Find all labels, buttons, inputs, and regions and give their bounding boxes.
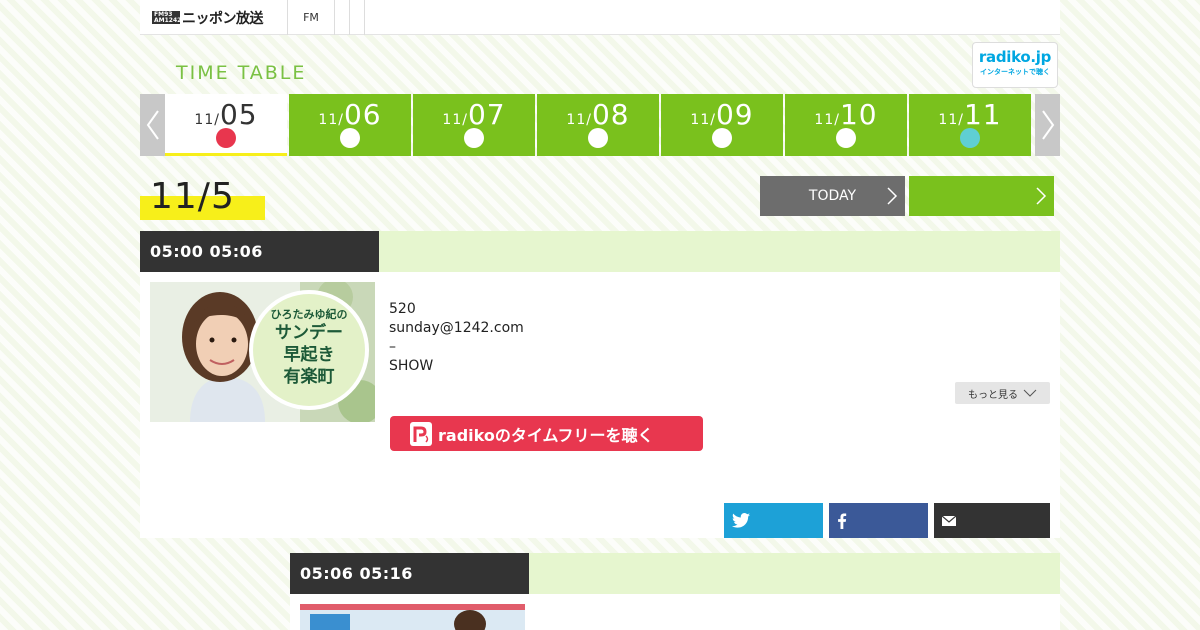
program-description: 520 sunday@1242.com – SHOW [389, 301, 524, 374]
chevron-right-icon [887, 187, 898, 205]
day-status-dot [960, 128, 980, 148]
twitter-icon [732, 513, 750, 528]
day-status-dot [836, 128, 856, 148]
day-tab-day: 09 [715, 98, 754, 131]
facebook-share-button[interactable] [829, 503, 928, 538]
more-label: もっと見る [968, 389, 1018, 401]
day-tab-month: 11/ [938, 112, 964, 128]
program-card: ひろたみゆ紀の サンデー 早起き 有楽町 520 sunday@1242.com… [140, 272, 1060, 538]
station-logo[interactable]: FM93 AM1242 ニッポン放送 [140, 0, 288, 35]
day-tab[interactable]: 11/10 [785, 94, 907, 156]
day-tab-label: 11/10 [785, 98, 907, 131]
day-tab[interactable]: 11/08 [537, 94, 659, 156]
chevron-right-icon [1036, 187, 1047, 205]
program-header: 05:06 05:16 [290, 553, 1060, 594]
program-thumbnail[interactable] [300, 604, 525, 630]
facebook-icon [838, 512, 847, 529]
program-header: 05:00 05:06 [140, 231, 1060, 272]
mail-share-button[interactable] [934, 503, 1050, 538]
radiko-timefree-button[interactable]: radikoのタイムフリーを聴く [390, 416, 703, 451]
logo-text: ニッポン放送 [182, 10, 264, 27]
radiko-link[interactable]: radiko.jp インターネットで聴く [972, 42, 1058, 88]
today-label: TODAY [808, 188, 857, 204]
today-button[interactable]: TODAY [760, 176, 905, 216]
prev-week-button[interactable] [140, 94, 165, 156]
day-tab-month: 11/ [194, 112, 220, 128]
day-tab[interactable]: 11/05 [165, 94, 287, 156]
radiko-r-icon [410, 421, 432, 446]
more-button[interactable]: もっと見る [955, 382, 1050, 404]
day-tab-day: 05 [219, 98, 258, 131]
next-week-button[interactable] [1035, 94, 1060, 156]
chevron-left-icon [146, 110, 159, 140]
day-tab-month: 11/ [566, 112, 592, 128]
day-tab-day: 08 [591, 98, 630, 131]
day-tabs: 11/05 11/06 11/07 11/08 11/09 11/10 11/11 [165, 94, 1035, 156]
day-tab-day: 07 [467, 98, 506, 131]
logo-badge: FM93 AM1242 [152, 11, 180, 24]
day-tab-day: 06 [343, 98, 382, 131]
day-status-dot [712, 128, 732, 148]
chevron-right-icon [1041, 110, 1054, 140]
current-date-heading: 11/5 [140, 176, 265, 220]
day-tab[interactable]: 11/06 [289, 94, 411, 156]
day-tab-month: 11/ [814, 112, 840, 128]
day-tab[interactable]: 11/09 [661, 94, 783, 156]
twitter-share-button[interactable] [724, 503, 823, 538]
site-header: FM93 AM1242 ニッポン放送 FM [140, 0, 1060, 35]
day-tab-label: 11/11 [909, 98, 1031, 131]
mail-icon [942, 515, 956, 526]
thumbnail-title: ひろたみゆ紀の サンデー 早起き 有楽町 [270, 308, 348, 387]
nav-fm[interactable]: FM [288, 0, 335, 35]
program-time: 05:06 05:16 [290, 553, 529, 594]
day-tab-label: 11/09 [661, 98, 783, 131]
day-tab-month: 11/ [690, 112, 716, 128]
next-button[interactable] [909, 176, 1054, 216]
nav-item-3[interactable] [350, 0, 365, 35]
day-status-dot [340, 128, 360, 148]
day-tab-label: 11/06 [289, 98, 411, 131]
radiko-subtitle: インターネットで聴く [980, 68, 1050, 76]
day-status-dot [464, 128, 484, 148]
radiko-logo: radiko.jp [978, 48, 1052, 66]
day-tab-day: 10 [839, 98, 878, 131]
day-tab-label: 11/08 [537, 98, 659, 131]
program-time: 05:00 05:06 [140, 231, 379, 272]
day-tab[interactable]: 11/11 [909, 94, 1031, 156]
program-card [290, 594, 1060, 630]
day-tab-month: 11/ [442, 112, 468, 128]
date-navigation: 11/05 11/06 11/07 11/08 11/09 11/10 11/11 [140, 94, 1060, 156]
chevron-down-icon [1023, 389, 1037, 397]
day-tab-month: 11/ [318, 112, 344, 128]
day-tab-day: 11 [963, 98, 1002, 131]
program-thumbnail[interactable]: ひろたみゆ紀の サンデー 早起き 有楽町 [150, 282, 375, 422]
radiko-button-label: radikoのタイムフリーを聴く [438, 425, 654, 445]
day-tab-label: 11/07 [413, 98, 535, 131]
day-status-dot [216, 128, 236, 148]
page-title: TIME TABLE [176, 62, 307, 84]
day-tab[interactable]: 11/07 [413, 94, 535, 156]
day-status-dot [588, 128, 608, 148]
nav-item-2[interactable] [335, 0, 350, 35]
day-tab-label: 11/05 [165, 98, 287, 131]
